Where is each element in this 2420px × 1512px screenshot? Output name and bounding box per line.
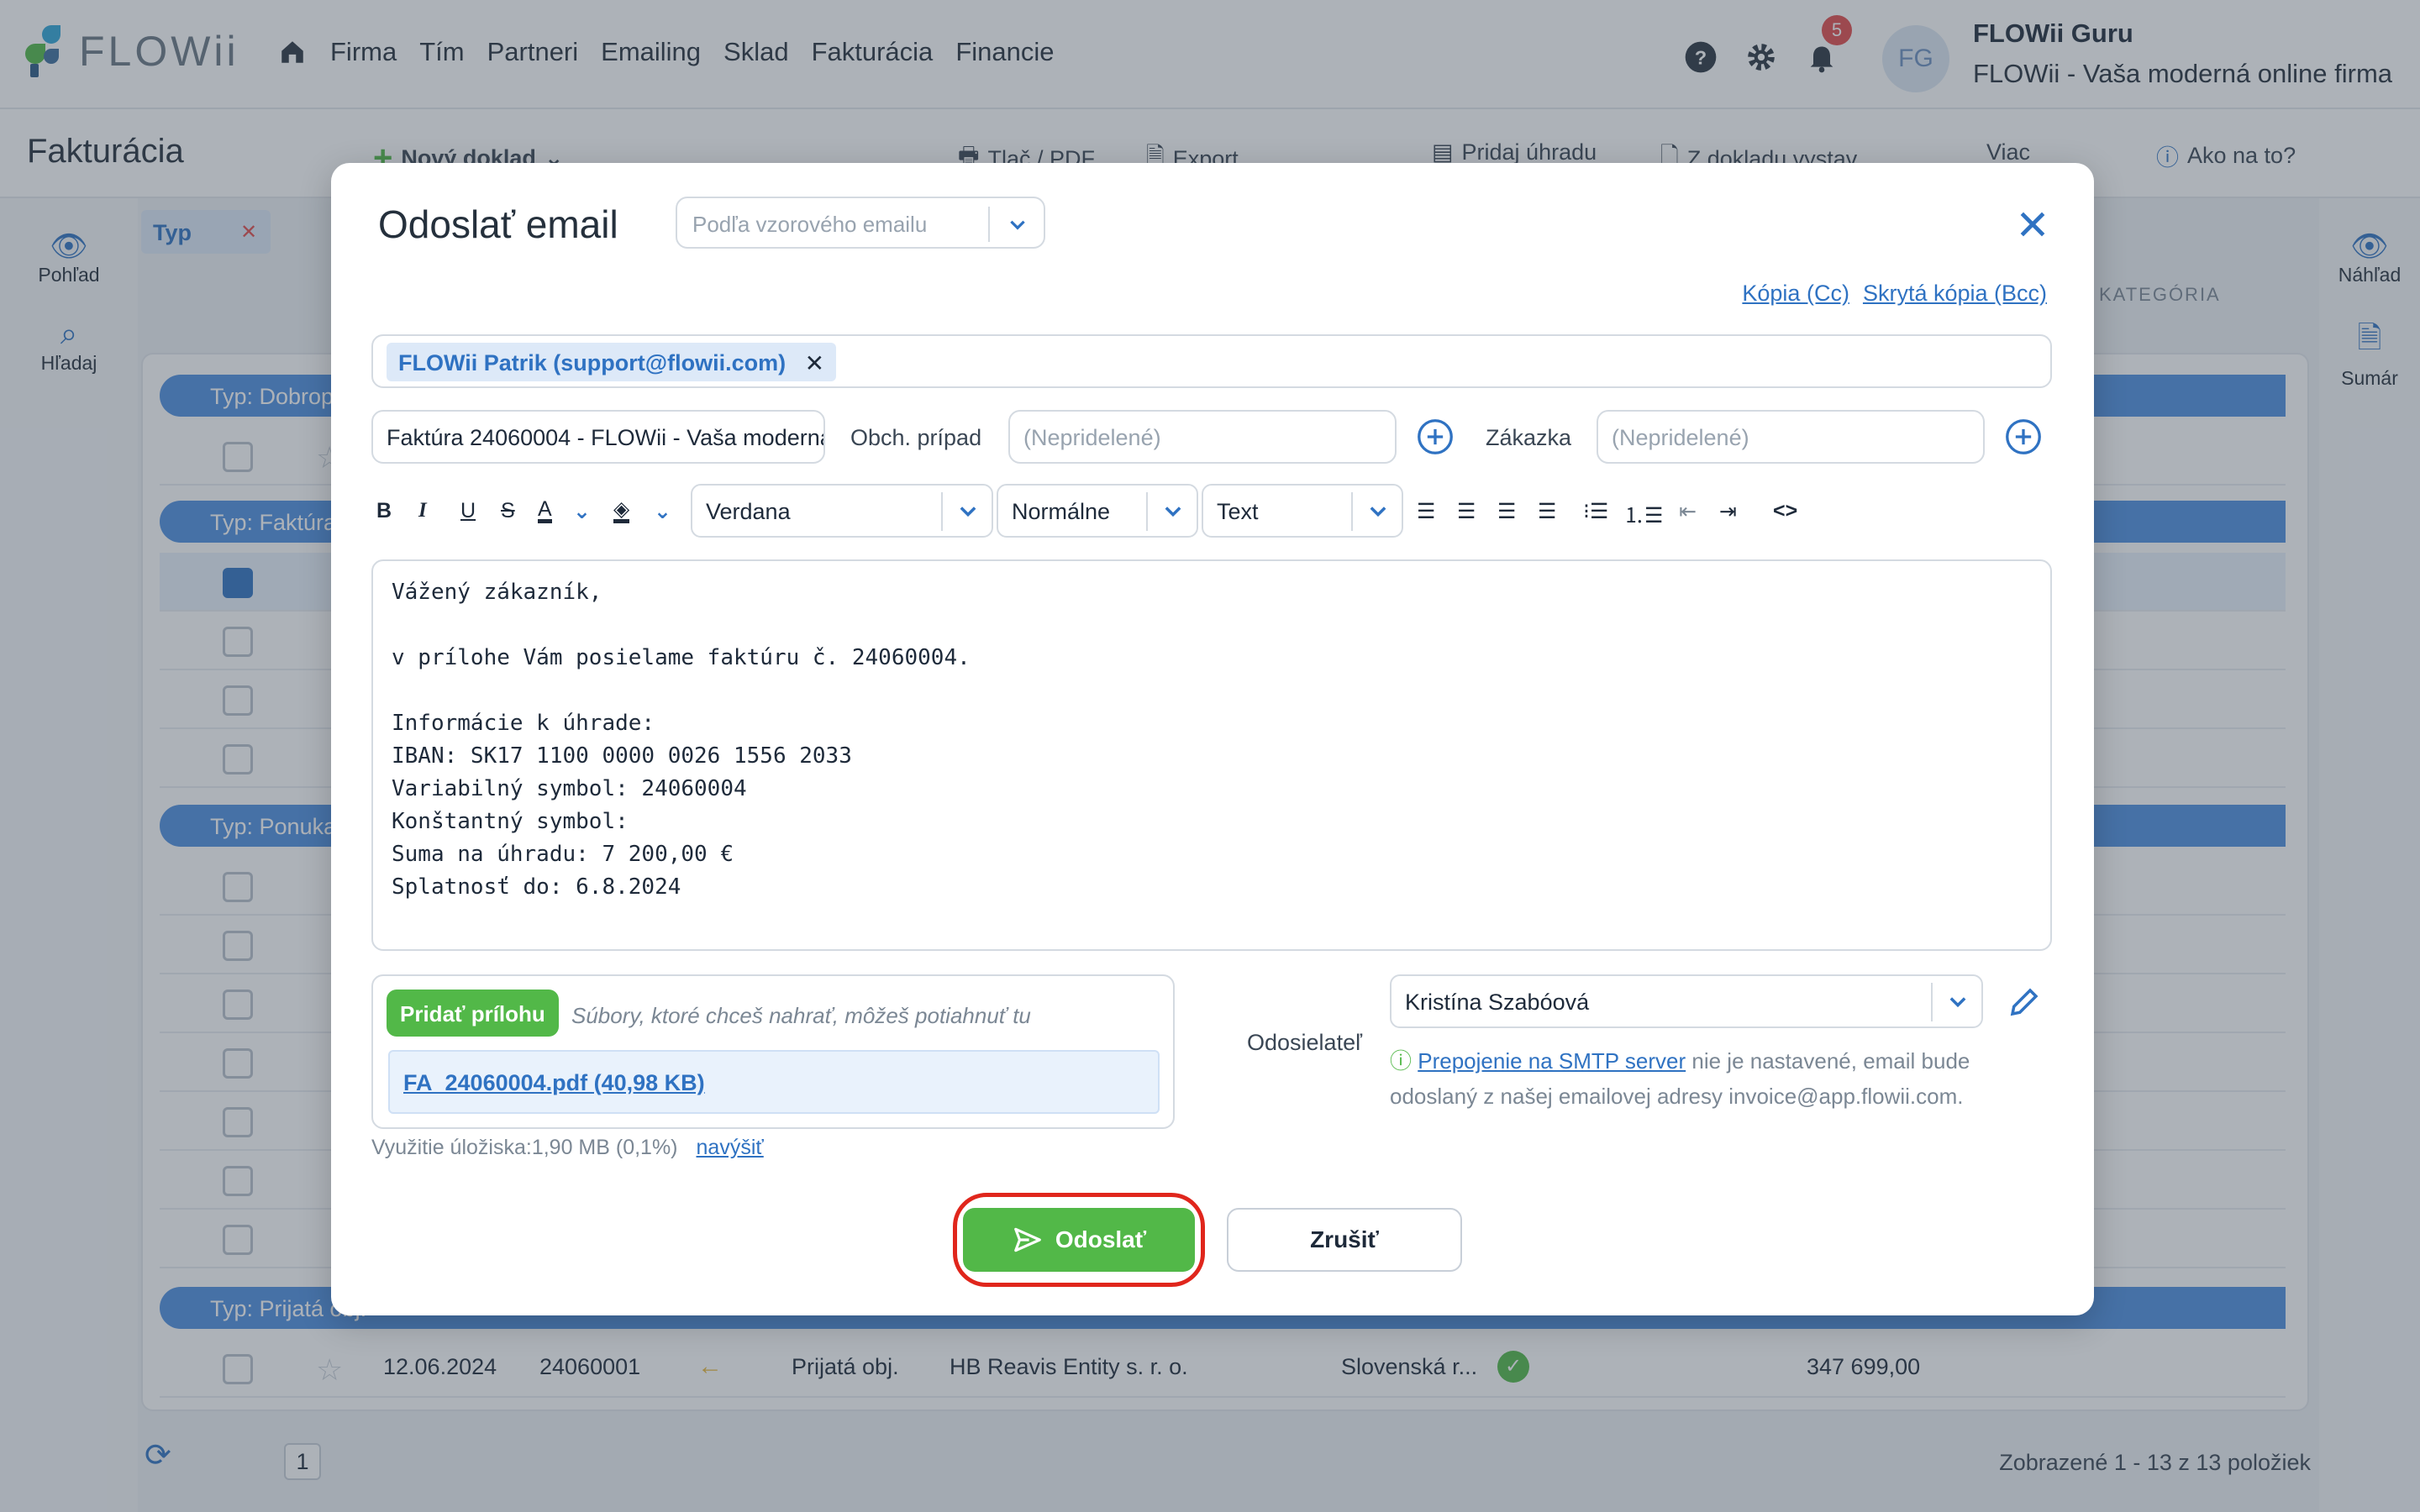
chevron-down-icon[interactable]: ⌄ [573,499,591,524]
underline-icon[interactable]: U [460,499,476,523]
recipient-chip[interactable]: FLOWii Patrik (support@flowii.com) ✕ [387,343,837,381]
send-icon [1013,1227,1041,1252]
pencil-icon[interactable] [2007,984,2042,1020]
recipients-field[interactable]: FLOWii Patrik (support@flowii.com) ✕ [371,334,2052,388]
bullet-list-icon[interactable]: ⁝☰ [1583,499,1608,524]
storage-upgrade-link[interactable]: navýšiť [697,1136,764,1159]
italic-icon[interactable]: I [418,499,427,522]
chevron-down-icon [1165,507,1181,517]
editor-toolbar: B I U S A ⌄ ◈ ⌄ Verdana Normálne Text ☰ … [371,484,2052,538]
send-label: Odoslať [1055,1226,1147,1252]
recipient-label: FLOWii Patrik (support@flowii.com) [398,350,786,375]
select-divider [1351,492,1353,531]
chevron-down-icon[interactable]: ⌄ [654,499,671,524]
subject-input[interactable]: Faktúra 24060004 - FLOWii - Vaša moderná… [371,410,825,464]
bold-icon[interactable]: B [376,499,392,523]
email-body-editor[interactable]: Vážený zákazník, v prílohe Vám posielame… [371,559,2052,951]
case-label: Obch. prípad [850,425,982,450]
add-order-icon[interactable] [2005,418,2042,455]
font-size-value: Normálne [1012,499,1111,524]
strikethrough-icon[interactable]: S [501,499,515,523]
select-divider [1146,492,1148,531]
drop-hint: Súbory, ktoré chceš nahrať, môžeš potiah… [571,1003,1031,1028]
smtp-info: ⓘ Prepojenie na SMTP server nie je nasta… [1390,1043,2054,1114]
add-case-icon[interactable] [1417,418,1454,455]
cc-links: Kópia (Cc) Skrytá kópia (Bcc) [1742,281,2047,307]
sender-label: Odosielateľ [1247,1030,1362,1055]
order-label: Zákazka [1486,425,1572,450]
font-family-value: Verdana [706,499,791,524]
order-input[interactable]: (Nepridelené) [1597,410,1985,464]
smtp-link[interactable]: Prepojenie na SMTP server [1418,1048,1686,1074]
chevron-down-icon [960,507,976,517]
block-format-value: Text [1217,499,1259,524]
template-placeholder: Podľa vzorového emailu [692,212,928,237]
template-select[interactable]: Podľa vzorového emailu [676,197,1045,249]
chevron-down-icon [1370,507,1386,517]
storage-info: Využitie úložiska:1,90 MB (0,1%) navýšiť [371,1136,764,1160]
dialog-title: Odoslať email [378,202,618,246]
numbered-list-icon[interactable]: ⒈☰ [1623,499,1663,529]
select-divider [988,207,990,242]
storage-usage: Využitie úložiska:1,90 MB (0,1%) [371,1136,678,1159]
code-view-icon[interactable]: <> [1773,499,1797,523]
remove-recipient-icon[interactable]: ✕ [805,349,824,377]
indent-icon[interactable]: ⇥ [1719,499,1737,524]
text-color-icon[interactable]: A [538,499,552,523]
select-divider [1931,983,1933,1021]
outdent-icon[interactable]: ⇤ [1679,499,1697,524]
send-email-dialog: Odoslať email Podľa vzorového emailu Kóp… [331,163,2094,1315]
close-icon[interactable] [2017,208,2049,240]
sender-select[interactable]: Kristína Szabóová [1390,974,1983,1028]
font-family-select[interactable]: Verdana [691,484,993,538]
case-input[interactable]: (Nepridelené) [1008,410,1397,464]
attachments-box[interactable]: Pridať prílohu Súbory, ktoré chceš nahra… [371,974,1175,1129]
align-left-icon[interactable]: ☰ [1417,499,1435,524]
chevron-down-icon [1010,220,1025,230]
cc-link[interactable]: Kópia (Cc) [1742,281,1849,307]
align-right-icon[interactable]: ☰ [1497,499,1516,524]
cancel-button[interactable]: Zrušiť [1227,1208,1462,1272]
select-divider [941,492,943,531]
chevron-down-icon [1949,997,1966,1008]
fill-color-icon[interactable]: ◈ [613,499,630,523]
block-format-select[interactable]: Text [1202,484,1403,538]
info-icon: ⓘ [1390,1048,1413,1074]
attachment-file-link[interactable]: FA_24060004.pdf (40,98 KB) [388,1050,1160,1114]
align-center-icon[interactable]: ☰ [1457,499,1476,524]
bcc-link[interactable]: Skrytá kópia (Bcc) [1863,281,2047,307]
align-justify-icon[interactable]: ☰ [1538,499,1556,524]
add-attachment-button[interactable]: Pridať prílohu [387,990,559,1037]
send-button[interactable]: Odoslať [963,1208,1195,1272]
font-size-select[interactable]: Normálne [997,484,1198,538]
sender-value: Kristína Szabóová [1405,990,1590,1015]
